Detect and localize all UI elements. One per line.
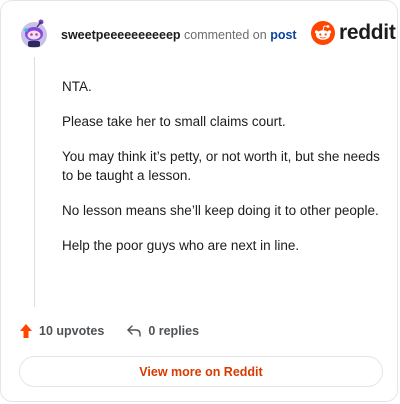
- comment-body: NTA. Please take her to small claims cou…: [62, 77, 382, 271]
- comment-paragraph: NTA.: [62, 79, 92, 94]
- comment-paragraph: Please take her to small claims court.: [62, 114, 286, 129]
- upvote-button[interactable]: 10 upvotes: [19, 323, 104, 339]
- commented-on-text: commented on: [184, 28, 267, 42]
- post-link[interactable]: post: [270, 28, 296, 42]
- comment-card: sweetpeeeeeeeeeep commented on post redd…: [0, 0, 398, 402]
- comment-footer: 10 upvotes 0 replies: [19, 323, 199, 339]
- snoo-avatar-icon: [21, 19, 47, 48]
- reddit-wordmark: reddit: [339, 21, 396, 44]
- view-more-button[interactable]: View more on Reddit: [19, 356, 383, 387]
- reply-button[interactable]: 0 replies: [126, 324, 199, 338]
- reddit-logo[interactable]: reddit: [311, 21, 396, 45]
- avatar[interactable]: [19, 17, 49, 49]
- comment-paragraph: Help the poor guys who are next in line.: [62, 238, 300, 253]
- upvote-count: 10 upvotes: [39, 324, 105, 338]
- thread-line: [34, 57, 35, 307]
- comment-paragraph: No lesson means she’ll keep doing it to …: [62, 203, 379, 218]
- reddit-snoo-icon: [311, 21, 335, 45]
- comment-header: sweetpeeeeeeeeeep commented on post: [61, 27, 297, 43]
- reply-arrow-icon: [127, 325, 142, 337]
- upvote-arrow-icon: [20, 324, 32, 338]
- comment-paragraph: You may think it’s petty, or not worth i…: [62, 149, 380, 183]
- reply-count: 0 replies: [148, 324, 200, 338]
- username-link[interactable]: sweetpeeeeeeeeeep: [61, 28, 181, 42]
